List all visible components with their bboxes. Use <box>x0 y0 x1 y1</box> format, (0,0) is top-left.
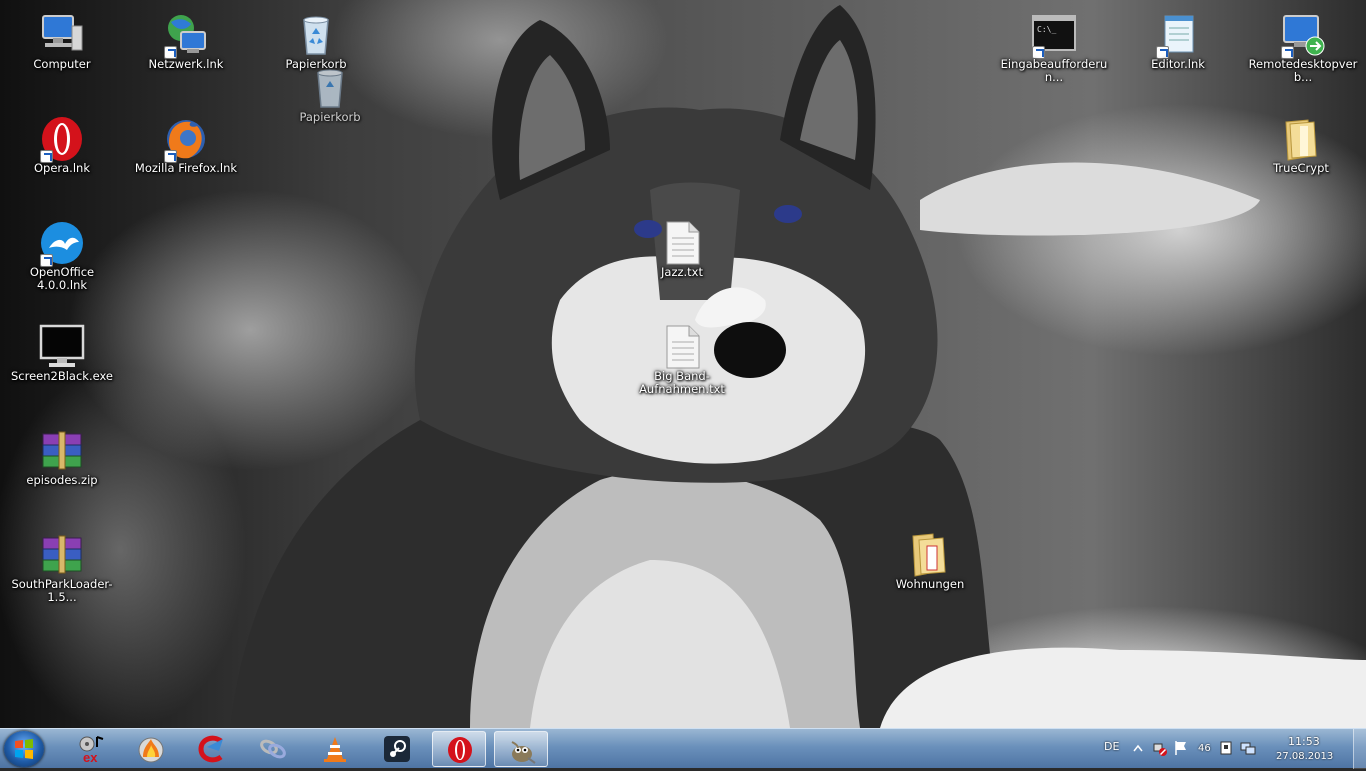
desktop-icon-label: episodes.zip <box>26 473 98 487</box>
desktop-icon-episodes-zip[interactable]: episodes.zip <box>7 422 117 502</box>
gimp-icon <box>511 741 536 764</box>
network-monitor-icon[interactable] <box>1240 740 1256 756</box>
taskbar: ex DE 46 11:53 27.08.2013 <box>0 728 1366 769</box>
desktop-icon-label: Mozilla Firefox.lnk <box>134 161 238 175</box>
desktop-icon-southparkloader[interactable]: SouthParkLoader-1.5... <box>7 526 117 606</box>
windows-orb-icon <box>15 739 33 759</box>
desktop-icon-label: SouthParkLoader-1.5... <box>11 577 113 604</box>
exact-audio-copy-icon: ex <box>79 736 104 763</box>
action-center-flag-icon[interactable] <box>1174 740 1188 756</box>
show-hidden-icons-chevron-icon[interactable] <box>1133 744 1143 752</box>
desktop-icon-label: Wohnungen <box>895 577 965 591</box>
steam-icon <box>384 736 410 762</box>
desktop-icon-label: Remotedesktopverb... <box>1248 57 1358 84</box>
taskbar-network-tool[interactable] <box>246 731 300 767</box>
desktop-icon-label: Big Band-Aufnahmen.txt <box>639 369 725 396</box>
clock-date[interactable]: 27.08.2013 <box>1276 751 1333 762</box>
desktop-icon-label: Screen2Black.exe <box>10 369 114 383</box>
ccleaner-icon <box>198 735 223 763</box>
desktop-icon-label: OpenOffice 4.0.0.lnk <box>29 265 95 292</box>
folder-icon <box>912 533 946 577</box>
desktop-icon-label: Papierkorb <box>299 110 361 124</box>
monitor-icon <box>39 324 85 367</box>
desktop-icon-label: Editor.lnk <box>1151 57 1205 71</box>
opera-icon <box>448 737 472 763</box>
desktop-icon-jazz-txt[interactable]: Jazz.txt <box>627 214 737 294</box>
desktop-icon-firefox[interactable]: Mozilla Firefox.lnk <box>131 110 241 190</box>
taskbar-gimp[interactable] <box>494 731 548 767</box>
vlc-cone-icon <box>324 737 346 762</box>
desktop-icon-label: Opera.lnk <box>33 161 90 175</box>
desktop-icon-remote-desktop[interactable]: Remotedesktopverb... <box>1248 6 1358 86</box>
desktop-icon-opera[interactable]: Opera.lnk <box>7 110 117 190</box>
desktop-icon-truecrypt[interactable]: TrueCrypt <box>1246 110 1356 190</box>
burning-disc-icon <box>138 737 164 763</box>
svg-text:C:\_: C:\_ <box>1037 25 1056 34</box>
winrar-archive-icon <box>42 431 82 470</box>
recycle-bin-icon <box>317 69 343 108</box>
chain-icon <box>260 739 286 759</box>
winrar-archive-icon <box>42 535 82 574</box>
desktop-icon-editor[interactable]: Editor.lnk <box>1123 6 1233 86</box>
clock-time[interactable]: 11:53 <box>1288 735 1320 748</box>
network-blocked-icon[interactable] <box>1152 741 1168 757</box>
folder-icon <box>1285 119 1317 161</box>
desktop-icon-label: Netzwerk.lnk <box>148 57 224 71</box>
text-file-icon <box>666 325 700 369</box>
desktop-icon-cmd[interactable]: C:\_ Eingabeaufforderun... <box>999 6 1109 86</box>
show-desktop-button[interactable] <box>1353 729 1366 769</box>
taskbar-vlc[interactable] <box>308 731 362 767</box>
desktop-icon-label: TrueCrypt <box>1273 161 1329 175</box>
text-file-icon <box>666 221 700 265</box>
recycle-bin-icon <box>303 16 329 55</box>
desktop-icon-label: Jazz.txt <box>661 265 703 279</box>
system-tray: DE 46 11:53 27.08.2013 <box>1076 729 1366 769</box>
taskbar-steam[interactable] <box>370 731 424 767</box>
desktop-icon-big-band-txt[interactable]: Big Band-Aufnahmen.txt <box>627 318 737 398</box>
taskbar-exact-audio-copy[interactable]: ex <box>64 731 118 767</box>
taskbar-burn-app[interactable] <box>124 731 178 767</box>
usb-device-icon[interactable] <box>1218 740 1234 756</box>
desktop-icon-wohnungen[interactable]: Wohnungen <box>875 526 985 606</box>
desktop-icon-label: Eingabeaufforderun... <box>1000 57 1108 84</box>
desktop-icon-openoffice[interactable]: OpenOffice 4.0.0.lnk <box>7 214 117 294</box>
svg-text:ex: ex <box>83 750 98 763</box>
desktop-icon-network[interactable]: Netzwerk.lnk <box>131 6 241 86</box>
desktop-icon-label: Computer <box>33 57 91 71</box>
start-button[interactable] <box>4 731 44 767</box>
taskbar-ccleaner[interactable] <box>184 731 238 767</box>
taskbar-opera[interactable] <box>432 731 486 767</box>
desktop-icon-screen2black[interactable]: Screen2Black.exe <box>7 318 117 398</box>
tray-number-badge[interactable]: 46 <box>1198 743 1211 754</box>
desktop-icon-computer[interactable]: Computer <box>7 6 117 86</box>
desktop-icon-recycle-bin-drag[interactable]: Papierkorb <box>275 59 385 139</box>
language-indicator[interactable]: DE <box>1104 740 1119 753</box>
computer-icon <box>42 15 83 51</box>
